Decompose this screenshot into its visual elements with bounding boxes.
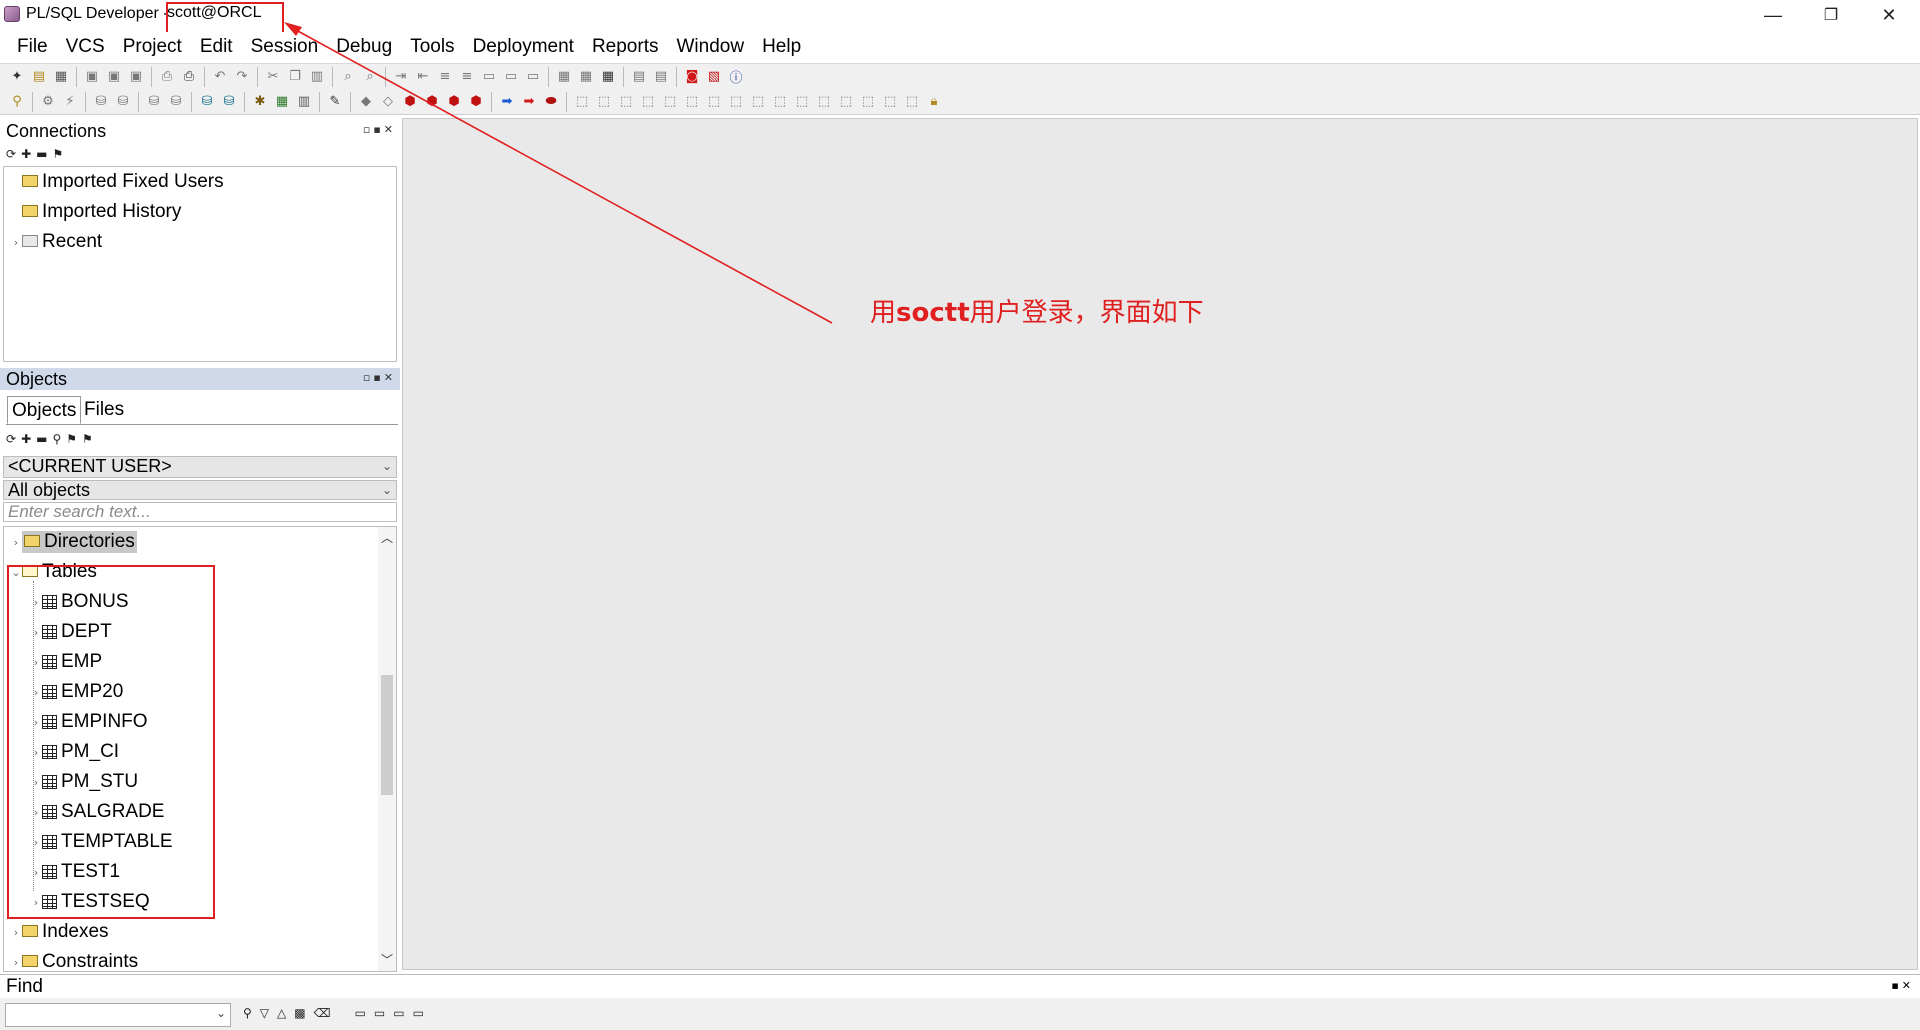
find-title: Find (6, 975, 43, 997)
find-header: Find ▪✕ (0, 974, 1920, 998)
find-input[interactable]: ⌄ (5, 1003, 231, 1027)
quoted-text-icon[interactable]: ▭ (413, 1006, 424, 1020)
whole-word-icon[interactable]: ▭ (374, 1006, 385, 1020)
binoculars-icon[interactable]: ⚲ (243, 1006, 252, 1020)
annotation-arrow (284, 22, 833, 324)
find-next-icon[interactable]: ▽ (260, 1006, 269, 1020)
find-toolbar: ⌄ ⚲ ▽ △ ▩ ⌫ ▭ ▭ ▭ ▭ (0, 998, 1920, 1030)
regex-icon[interactable]: ▭ (393, 1006, 404, 1020)
panel-controls[interactable]: ▪✕ (1891, 979, 1914, 992)
chevron-down-icon[interactable]: ⌄ (216, 1006, 226, 1020)
clear-icon[interactable]: ⌫ (314, 1006, 331, 1020)
highlight-icon[interactable]: ▩ (294, 1006, 305, 1020)
find-options: ⚲ ▽ △ ▩ ⌫ ▭ ▭ ▭ ▭ (243, 1006, 424, 1020)
find-previous-icon[interactable]: △ (277, 1006, 286, 1020)
match-case-icon[interactable]: ▭ (355, 1006, 366, 1020)
